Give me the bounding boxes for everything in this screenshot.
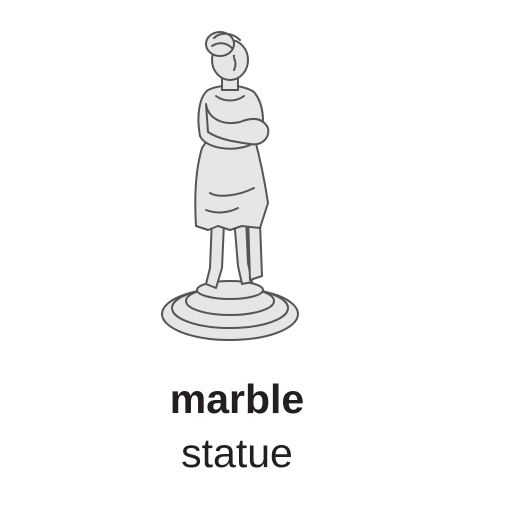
marble-statue-icon <box>161 31 299 341</box>
object-label: statue <box>181 430 293 476</box>
material-label: marble <box>169 376 305 422</box>
vocabulary-card: marble statue <box>0 0 512 512</box>
